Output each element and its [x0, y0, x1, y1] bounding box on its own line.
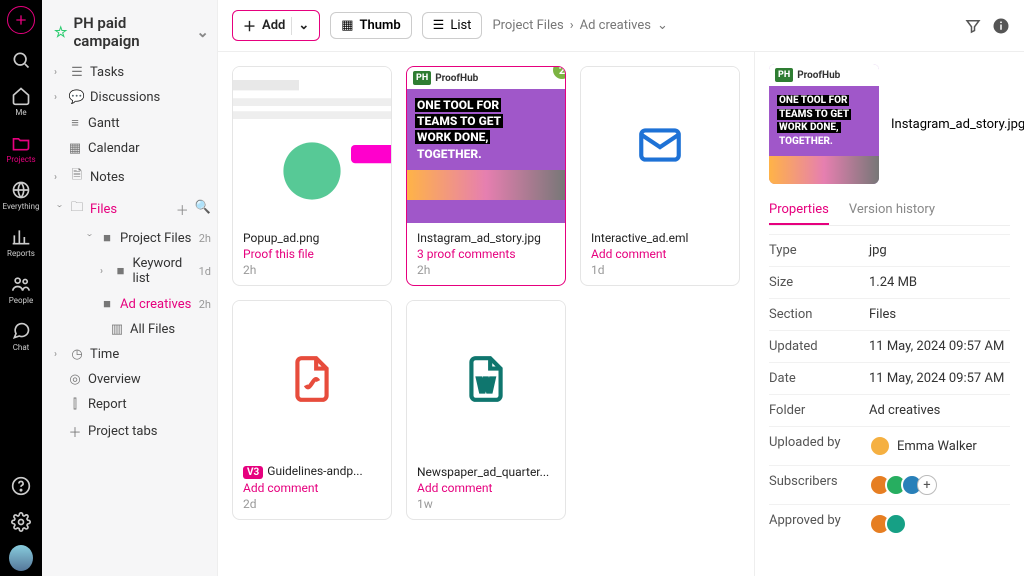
details-panel: PHProofHub ONE TOOL FORTEAMS TO GETWORK …: [754, 52, 1024, 576]
mail-icon: [581, 67, 739, 223]
toolbar: ＋Add⌄ ▦Thumb ☰List Project Files › Ad cr…: [218, 0, 1024, 52]
file-name: Popup_ad.png: [243, 231, 381, 245]
tree-keyword-list[interactable]: ›■Keyword list1d: [50, 251, 213, 291]
tree-project-files[interactable]: ›■Project Files2h: [50, 225, 213, 251]
chevron-down-icon: ⌄: [657, 18, 668, 33]
tree-gantt[interactable]: ≡Gantt: [50, 110, 213, 136]
file-action-link[interactable]: Add comment: [243, 481, 381, 495]
file-name: V3Guidelines-andp...: [243, 464, 381, 479]
tree-overview[interactable]: ◎Overview: [50, 367, 213, 392]
star-icon: ☆: [54, 23, 67, 41]
file-card[interactable]: V3Guidelines-andp... Add comment 2d: [232, 300, 392, 520]
prop-type: jpg: [869, 243, 887, 258]
file-age: 2h: [417, 263, 555, 277]
svg-text:W: W: [478, 375, 495, 397]
prop-updated: 11 May, 2024 09:57 AM: [869, 339, 1004, 354]
file-card[interactable]: Interactive_ad.eml Add comment 1d: [580, 66, 740, 286]
rail-reports-label: Reports: [7, 249, 35, 258]
quick-add-button[interactable]: [7, 6, 35, 34]
prop-folder: Ad creatives: [869, 403, 940, 418]
rail-people-label: People: [9, 296, 33, 305]
crumb-ad-creatives[interactable]: Ad creatives: [580, 18, 651, 33]
project-sidebar: ☆ PH paid campaign ⌄ ›☰Tasks ›💬Discussio…: [42, 0, 218, 576]
grid-icon: ▦: [341, 18, 353, 33]
thumbnail-image: PHProofHub ONE TOOL FORTEAMS TO GETWORK …: [407, 67, 565, 223]
tree-project-tabs[interactable]: ＋Project tabs: [50, 417, 213, 446]
project-name: PH paid campaign: [73, 14, 190, 50]
file-name: Instagram_ad_story.jpg: [417, 231, 555, 245]
breadcrumb[interactable]: Project Files › Ad creatives ⌄: [492, 18, 667, 33]
pdf-icon: [233, 301, 391, 456]
prop-approved-by: [869, 513, 907, 535]
file-card[interactable]: W Newspaper_ad_quarter... Add comment 1w: [406, 300, 566, 520]
word-icon: W: [407, 301, 565, 457]
file-action-link[interactable]: 3 proof comments: [417, 247, 555, 261]
rail-projects-label: Projects: [6, 155, 35, 164]
tree-notes[interactable]: ›🗎Notes: [50, 161, 213, 193]
details-filename: Instagram_ad_story.jpg: [891, 117, 1024, 132]
file-grid: Popup_ad.png Proof this file 2h 2 PHProo…: [218, 52, 754, 576]
view-thumb-button[interactable]: ▦Thumb: [330, 12, 411, 39]
prop-section: Files: [869, 307, 896, 322]
rail-people[interactable]: People: [0, 266, 42, 313]
file-card[interactable]: 2 PHProofHub ONE TOOL FORTEAMS TO GETWOR…: [406, 66, 566, 286]
chevron-down-icon: ⌄: [298, 18, 309, 33]
tree-calendar[interactable]: ▦Calendar: [50, 136, 213, 161]
file-age: 2d: [243, 497, 381, 511]
app-rail: Me Projects Everything Reports People Ch…: [0, 0, 42, 576]
chevron-down-icon: ⌄: [196, 23, 209, 41]
file-action-link[interactable]: Proof this file: [243, 247, 381, 261]
rail-chat[interactable]: Chat: [0, 313, 42, 360]
avatar: [885, 513, 907, 535]
rail-projects[interactable]: Projects: [0, 125, 42, 172]
prop-subscribers: +: [869, 474, 937, 496]
help-button[interactable]: [9, 474, 33, 498]
tree-tasks[interactable]: ›☰Tasks: [50, 60, 213, 85]
project-title-row[interactable]: ☆ PH paid campaign ⌄: [50, 8, 213, 60]
crumb-project-files[interactable]: Project Files: [492, 18, 563, 33]
file-age: 1d: [591, 263, 729, 277]
rail-everything-label: Everything: [3, 202, 40, 211]
add-subscriber-button[interactable]: +: [917, 475, 937, 495]
main-area: ＋Add⌄ ▦Thumb ☰List Project Files › Ad cr…: [218, 0, 1024, 576]
rail-everything[interactable]: Everything: [0, 172, 42, 219]
tree-all-files[interactable]: ▥All Files: [50, 317, 213, 342]
file-age: 1w: [417, 497, 555, 511]
tree-files[interactable]: ›🗀 Files ＋🔍: [50, 193, 213, 225]
avatar: [869, 435, 891, 457]
add-file-icon[interactable]: ＋: [176, 200, 189, 219]
file-card[interactable]: Popup_ad.png Proof this file 2h: [232, 66, 392, 286]
account-avatar[interactable]: [9, 546, 33, 570]
prop-uploaded-by: Emma Walker: [869, 435, 977, 457]
file-action-link[interactable]: Add comment: [591, 247, 729, 261]
file-name: Newspaper_ad_quarter...: [417, 465, 555, 479]
tab-properties[interactable]: Properties: [769, 196, 829, 225]
list-icon: ☰: [433, 18, 445, 33]
settings-button[interactable]: [9, 510, 33, 534]
filter-icon[interactable]: [964, 17, 982, 35]
preview-thumbnail: PHProofHub ONE TOOL FORTEAMS TO GETWORK …: [769, 64, 879, 184]
view-list-button[interactable]: ☰List: [422, 12, 483, 39]
rail-search[interactable]: [0, 42, 42, 78]
file-name: Interactive_ad.eml: [591, 231, 729, 245]
tree-report[interactable]: ⫿Report: [50, 392, 213, 417]
rail-chat-label: Chat: [13, 343, 30, 352]
prop-date: 11 May, 2024 09:57 AM: [869, 371, 1004, 386]
add-button[interactable]: ＋Add⌄: [232, 10, 320, 41]
prop-size: 1.24 MB: [869, 275, 917, 290]
file-age: 2h: [243, 263, 381, 277]
rail-reports[interactable]: Reports: [0, 219, 42, 266]
tab-version-history[interactable]: Version history: [849, 196, 935, 225]
rail-me[interactable]: Me: [0, 78, 42, 125]
tree-ad-creatives[interactable]: ■Ad creatives2h: [50, 291, 213, 317]
file-action-link[interactable]: Add comment: [417, 481, 555, 495]
tree-discussions[interactable]: ›💬Discussions: [50, 85, 213, 110]
search-files-icon[interactable]: 🔍: [195, 200, 211, 219]
plus-icon: ＋: [243, 16, 256, 35]
tree-time[interactable]: ›◷Time: [50, 342, 213, 367]
rail-me-label: Me: [15, 108, 26, 117]
thumbnail-image: [233, 67, 391, 223]
info-icon[interactable]: [992, 17, 1010, 35]
